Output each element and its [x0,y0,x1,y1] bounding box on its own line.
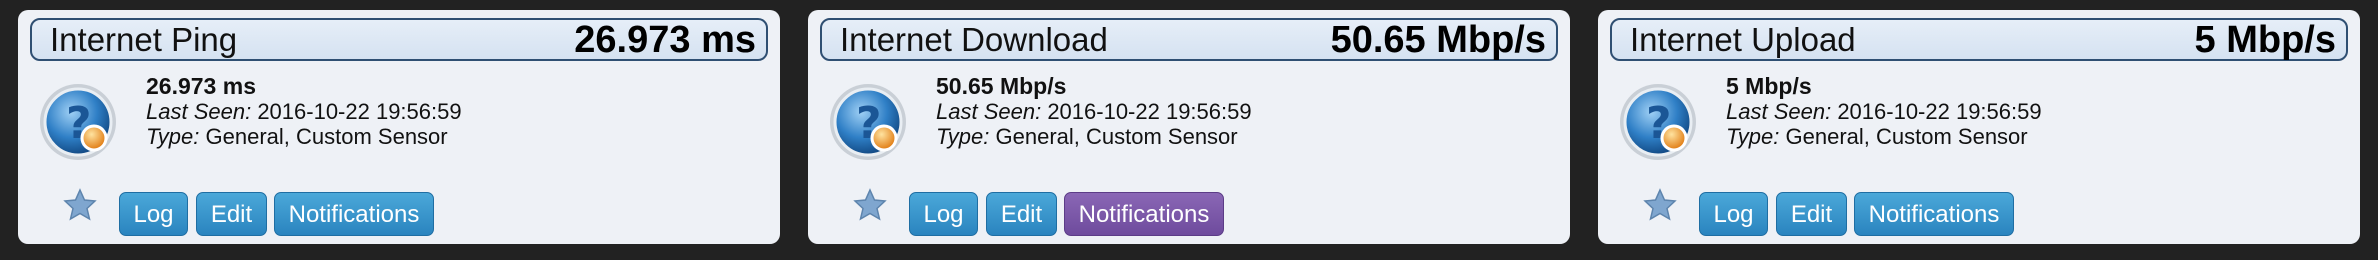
last-seen-label: Last Seen: [936,99,1042,124]
last-seen-value: 2016-10-22 19:56:59 [1047,99,1252,124]
sensor-value: 50.65 Mbp/s [936,73,1067,99]
last-seen-value: 2016-10-22 19:56:59 [257,99,462,124]
type-row: Type: General, Custom Sensor [936,124,1252,149]
sensor-card-internet-upload: Internet Upload 5 Mbp/s ? 5 Mbp/s Last S… [1598,10,2360,244]
sensor-details: 26.973 ms Last Seen: 2016-10-22 19:56:59… [146,73,462,150]
star-icon[interactable] [852,187,888,223]
edit-button[interactable]: Edit [1776,192,1847,236]
globe-question-icon: ? [40,84,116,160]
card-header: Internet Download 50.65 Mbp/s [820,18,1558,61]
type-label: Type: [936,124,990,149]
sensor-card-internet-ping: Internet Ping 26.973 ms ? 26.973 ms Last… [18,10,780,244]
notifications-button[interactable]: Notifications [1064,192,1224,236]
sensor-value: 26.973 ms [146,73,256,99]
card-header-value: 26.973 ms [574,19,756,61]
card-title: Internet Download [840,21,1108,58]
globe-question-icon: ? [1620,84,1696,160]
card-header-value: 50.65 Mbp/s [1330,19,1546,61]
last-seen-row: Last Seen: 2016-10-22 19:56:59 [146,99,462,124]
card-title: Internet Ping [50,21,238,58]
card-header: Internet Upload 5 Mbp/s [1610,18,2348,61]
sensor-details: 50.65 Mbp/s Last Seen: 2016-10-22 19:56:… [936,73,1252,150]
card-header: Internet Ping 26.973 ms [30,18,768,61]
last-seen-label: Last Seen: [146,99,252,124]
last-seen-row: Last Seen: 2016-10-22 19:56:59 [1726,99,2042,124]
edit-button[interactable]: Edit [986,192,1057,236]
log-button[interactable]: Log [1699,192,1768,236]
type-row: Type: General, Custom Sensor [146,124,462,149]
type-value: General, Custom Sensor [205,124,448,149]
type-row: Type: General, Custom Sensor [1726,124,2042,149]
log-button[interactable]: Log [119,192,188,236]
sensor-card-internet-download: Internet Download 50.65 Mbp/s ? 50.65 Mb… [808,10,1570,244]
notifications-button[interactable]: Notifications [274,192,434,236]
edit-button[interactable]: Edit [196,192,267,236]
last-seen-row: Last Seen: 2016-10-22 19:56:59 [936,99,1252,124]
log-button[interactable]: Log [909,192,978,236]
last-seen-label: Last Seen: [1726,99,1832,124]
sensor-details: 5 Mbp/s Last Seen: 2016-10-22 19:56:59 T… [1726,73,2042,150]
card-header-value: 5 Mbp/s [2194,19,2336,61]
type-value: General, Custom Sensor [995,124,1238,149]
type-label: Type: [146,124,200,149]
notifications-button[interactable]: Notifications [1854,192,2014,236]
last-seen-value: 2016-10-22 19:56:59 [1837,99,2042,124]
type-label: Type: [1726,124,1780,149]
star-icon[interactable] [1642,187,1678,223]
type-value: General, Custom Sensor [1785,124,2028,149]
star-icon[interactable] [62,187,98,223]
globe-question-icon: ? [830,84,906,160]
sensor-value: 5 Mbp/s [1726,73,1812,99]
card-title: Internet Upload [1630,21,1856,58]
